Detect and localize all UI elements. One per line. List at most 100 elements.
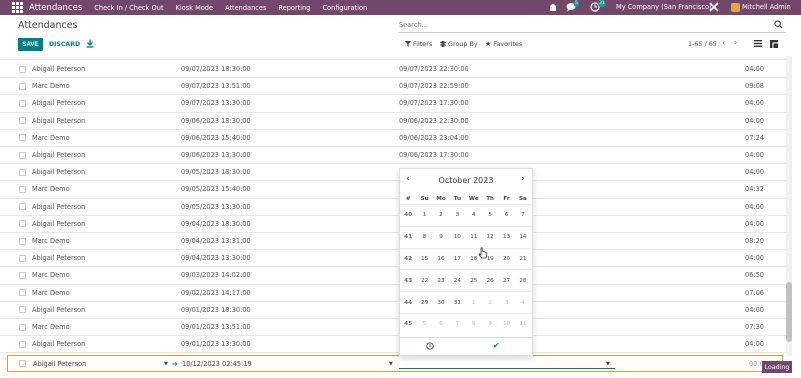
arrow-right-icon[interactable]: ➜ <box>172 360 178 368</box>
worked-hours-cell[interactable]: 04:00 <box>745 254 764 262</box>
check-in-dropdown-icon[interactable]: ▼ <box>389 361 393 367</box>
day-cell[interactable]: 24 <box>449 278 465 284</box>
check-in-cell[interactable]: 09/01/2023 13:30:00 <box>181 340 251 348</box>
day-cell[interactable]: 11 <box>515 321 531 327</box>
table-row[interactable]: Marc Demo 09/06/2023 15:40:00 09/06/2023 2… <box>0 130 790 147</box>
next-month-icon[interactable]: › <box>521 174 525 184</box>
check-in-cell[interactable]: 09/06/2023 13:30:00 <box>181 151 251 159</box>
day-cell[interactable]: 13 <box>498 234 514 240</box>
worked-hours-cell[interactable]: 04:00 <box>745 220 764 228</box>
save-button[interactable]: SAVE <box>18 38 43 51</box>
table-row[interactable]: Abigail Peterson 09/06/2023 18:30:00 09/06… <box>0 113 790 130</box>
row-checkbox[interactable] <box>19 82 26 90</box>
day-cell[interactable]: 5 <box>416 321 432 327</box>
table-row[interactable]: Abigail Peterson 09/04/2023 18:30:00 04:00 <box>0 216 790 233</box>
row-checkbox[interactable] <box>19 306 26 314</box>
day-cell[interactable]: 22 <box>416 278 432 284</box>
check-in-cell[interactable]: 09/07/2023 13:51:00 <box>181 82 251 90</box>
menu-kiosk-mode[interactable]: Kiosk Mode <box>176 4 214 12</box>
worked-hours-cell[interactable]: 06:50 <box>745 271 764 279</box>
table-row[interactable]: Abigail Peterson 09/04/2023 13:30:00 04:00 <box>0 250 790 268</box>
day-cell[interactable]: 3 <box>449 212 465 218</box>
check-in-cell[interactable]: 09/01/2023 18:30:00 <box>181 306 251 314</box>
check-in-cell[interactable]: 09/02/2023 14:17:00 <box>181 289 251 297</box>
check-in-cell[interactable]: 09/03/2023 14:02:00 <box>181 271 251 279</box>
row-checkbox[interactable] <box>19 323 26 331</box>
day-cell[interactable]: 8 <box>416 234 432 240</box>
worked-hours-cell[interactable]: 04:00 <box>745 168 764 176</box>
check-out-cell[interactable]: 09/07/2023 17:30:00 <box>399 99 469 107</box>
employee-cell[interactable]: Abigail Peterson <box>32 306 85 314</box>
employee-cell[interactable]: Abigail Peterson <box>32 220 85 228</box>
filters-toggle[interactable]: Filters <box>405 40 432 48</box>
day-cell[interactable]: 15 <box>416 256 432 262</box>
row-checkbox[interactable] <box>19 168 26 176</box>
day-cell[interactable]: 4 <box>466 212 482 218</box>
day-cell[interactable]: 14 <box>515 234 531 240</box>
row-checkbox[interactable] <box>19 254 26 262</box>
day-cell[interactable]: 27 <box>498 278 514 284</box>
check-in-cell[interactable]: 09/07/2023 18:30:00 <box>181 65 251 73</box>
row-checkbox[interactable] <box>19 271 26 279</box>
worked-hours-cell[interactable]: 04:00 <box>745 65 764 73</box>
day-cell[interactable]: 29 <box>416 300 432 306</box>
pivot-view-icon[interactable] <box>767 37 781 50</box>
user-menu[interactable]: Mitchell Admin <box>742 3 791 11</box>
check-out-cell[interactable]: 09/06/2023 17:30:00 <box>399 151 469 159</box>
day-cell[interactable]: 26 <box>482 278 498 284</box>
menu-configuration[interactable]: Configuration <box>322 4 367 12</box>
table-row[interactable]: Abigail Peterson 09/06/2023 13:30:00 09/06… <box>0 147 790 165</box>
check-out-cell[interactable]: 09/06/2023 22:30:00 <box>399 117 469 125</box>
day-cell[interactable]: 11 <box>466 234 482 240</box>
employee-cell[interactable]: Marc Demo <box>32 289 70 297</box>
menu-check-in-out[interactable]: Check In / Check Out <box>94 4 163 12</box>
check-in-cell[interactable]: 09/05/2023 18:30:00 <box>181 168 251 176</box>
day-cell[interactable]: 1 <box>416 212 432 218</box>
employee-cell[interactable]: Marc Demo <box>32 237 70 245</box>
employee-cell[interactable]: Abigail Peterson <box>32 203 85 211</box>
day-cell[interactable]: 6 <box>433 321 449 327</box>
day-cell[interactable]: 30 <box>433 300 449 306</box>
employee-cell[interactable]: Marc Demo <box>32 185 70 193</box>
avatar[interactable] <box>731 3 740 12</box>
table-row[interactable]: Marc Demo 09/07/2023 13:51:00 09/07/2023 2… <box>0 78 790 96</box>
day-cell[interactable]: 6 <box>498 212 514 218</box>
editable-row[interactable]: Abigail Peterson ▼ ➜ 10/12/2023 02:45:19… <box>7 355 783 372</box>
day-cell[interactable]: 4 <box>515 300 531 306</box>
employee-cell[interactable]: Marc Demo <box>32 134 70 142</box>
day-cell[interactable]: 17 <box>449 256 465 262</box>
worked-hours-cell[interactable]: 04:00 <box>745 117 764 125</box>
tools-icon[interactable] <box>709 2 719 14</box>
list-view-icon[interactable] <box>751 37 765 50</box>
worked-hours-cell[interactable]: 04:00 <box>745 340 764 348</box>
table-row[interactable]: Abigail Peterson 09/07/2023 18:30:00 09/07… <box>0 61 790 79</box>
employee-cell[interactable]: Abigail Peterson <box>32 168 85 176</box>
day-cell[interactable]: 28 <box>515 278 531 284</box>
table-row[interactable]: Marc Demo 09/05/2023 15:40:00 04:32 <box>0 181 790 199</box>
row-checkbox[interactable] <box>19 360 26 367</box>
table-row[interactable]: Marc Demo 09/04/2023 13:31:00 08:20 <box>0 233 790 251</box>
row-checkbox[interactable] <box>19 117 26 125</box>
worked-hours-cell[interactable]: 04:00 <box>745 99 764 107</box>
check-in-field[interactable]: 10/12/2023 02:45:19 <box>182 360 252 368</box>
day-cell[interactable]: 2 <box>482 300 498 306</box>
check-out-cell[interactable]: 09/07/2023 22:59:00 <box>399 82 469 90</box>
check-in-cell[interactable]: 09/06/2023 15:40:00 <box>181 134 251 142</box>
worked-hours-cell[interactable]: 04:00 <box>745 151 764 159</box>
check-in-cell[interactable]: 09/05/2023 15:40:00 <box>181 185 251 193</box>
row-checkbox[interactable] <box>19 65 26 73</box>
table-row[interactable]: Marc Demo 09/01/2023 13:51:00 07:30 <box>0 319 790 337</box>
group-by-toggle[interactable]: Group By <box>440 40 478 48</box>
day-cell[interactable]: 16 <box>433 256 449 262</box>
table-row[interactable]: Abigail Peterson 09/07/2023 13:30:00 09/07… <box>0 95 790 113</box>
download-icon[interactable] <box>86 39 94 50</box>
day-cell[interactable]: 9 <box>482 321 498 327</box>
row-checkbox[interactable] <box>19 203 26 211</box>
app-title[interactable]: Attendances <box>29 3 82 13</box>
worked-hours-cell[interactable]: 04:00 <box>745 306 764 314</box>
employee-cell[interactable]: Abigail Peterson <box>32 254 85 262</box>
menu-attendances[interactable]: Attendances <box>225 4 266 12</box>
day-cell[interactable]: 7 <box>449 321 465 327</box>
row-checkbox[interactable] <box>19 99 26 107</box>
check-in-cell[interactable]: 09/07/2023 13:30:00 <box>181 99 251 107</box>
